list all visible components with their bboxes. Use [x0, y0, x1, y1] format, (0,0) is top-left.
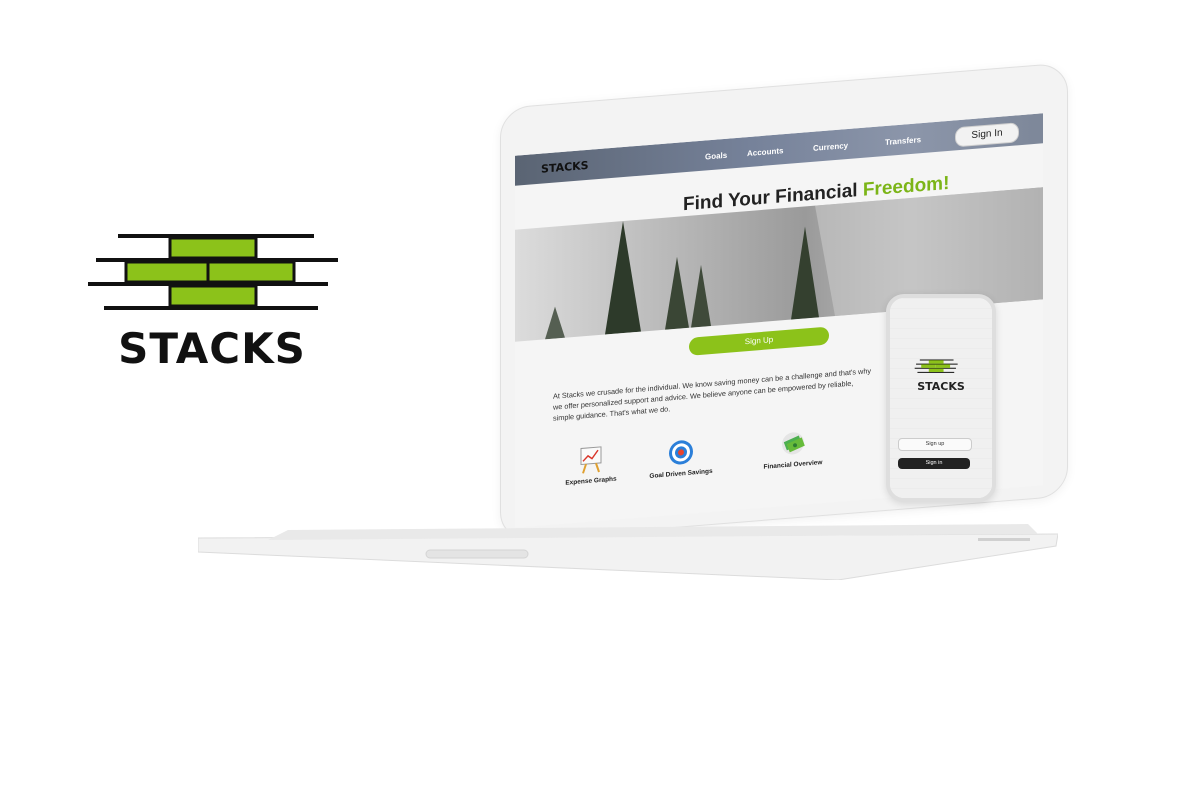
nav-item-currency[interactable]: Currency [813, 141, 848, 153]
site-navbar: STACKS Goals Accounts Currency Transfers… [515, 113, 1043, 186]
feature-label: Financial Overview [763, 459, 823, 471]
feature-financial-overview[interactable]: Financial Overview [753, 426, 833, 471]
phone-mockup: STACKS Sign up Sign in [886, 294, 996, 502]
about-paragraph: At Stacks we crusade for the individual.… [553, 366, 872, 423]
target-icon [667, 437, 695, 467]
phone-signin-button[interactable]: Sign in [898, 458, 970, 469]
phone-logo-name: STACKS [917, 380, 965, 393]
brand-name: STACKS [118, 324, 306, 373]
feature-expense-graphs[interactable]: Expense Graphs [551, 442, 631, 487]
nav-item-goals[interactable]: Goals [705, 151, 727, 162]
feature-goal-driven-savings[interactable]: Goal Driven Savings [641, 435, 721, 480]
money-stack-icon [779, 428, 807, 458]
chart-easel-icon [577, 445, 605, 475]
feature-label: Goal Driven Savings [649, 467, 713, 480]
nav-item-transfers[interactable]: Transfers [885, 135, 921, 147]
signin-button[interactable]: Sign In [955, 122, 1019, 148]
nav-item-accounts[interactable]: Accounts [747, 146, 783, 158]
feature-label: Expense Graphs [565, 475, 617, 487]
signup-button[interactable]: Sign Up [689, 326, 829, 356]
nav-logo[interactable]: STACKS [541, 159, 589, 176]
brick-stack-icon [914, 359, 958, 373]
phone-signup-button[interactable]: Sign up [898, 438, 972, 451]
brick-stack-icon [88, 234, 338, 310]
brand-logo: STACKS [84, 232, 340, 373]
laptop-base [198, 524, 1058, 580]
